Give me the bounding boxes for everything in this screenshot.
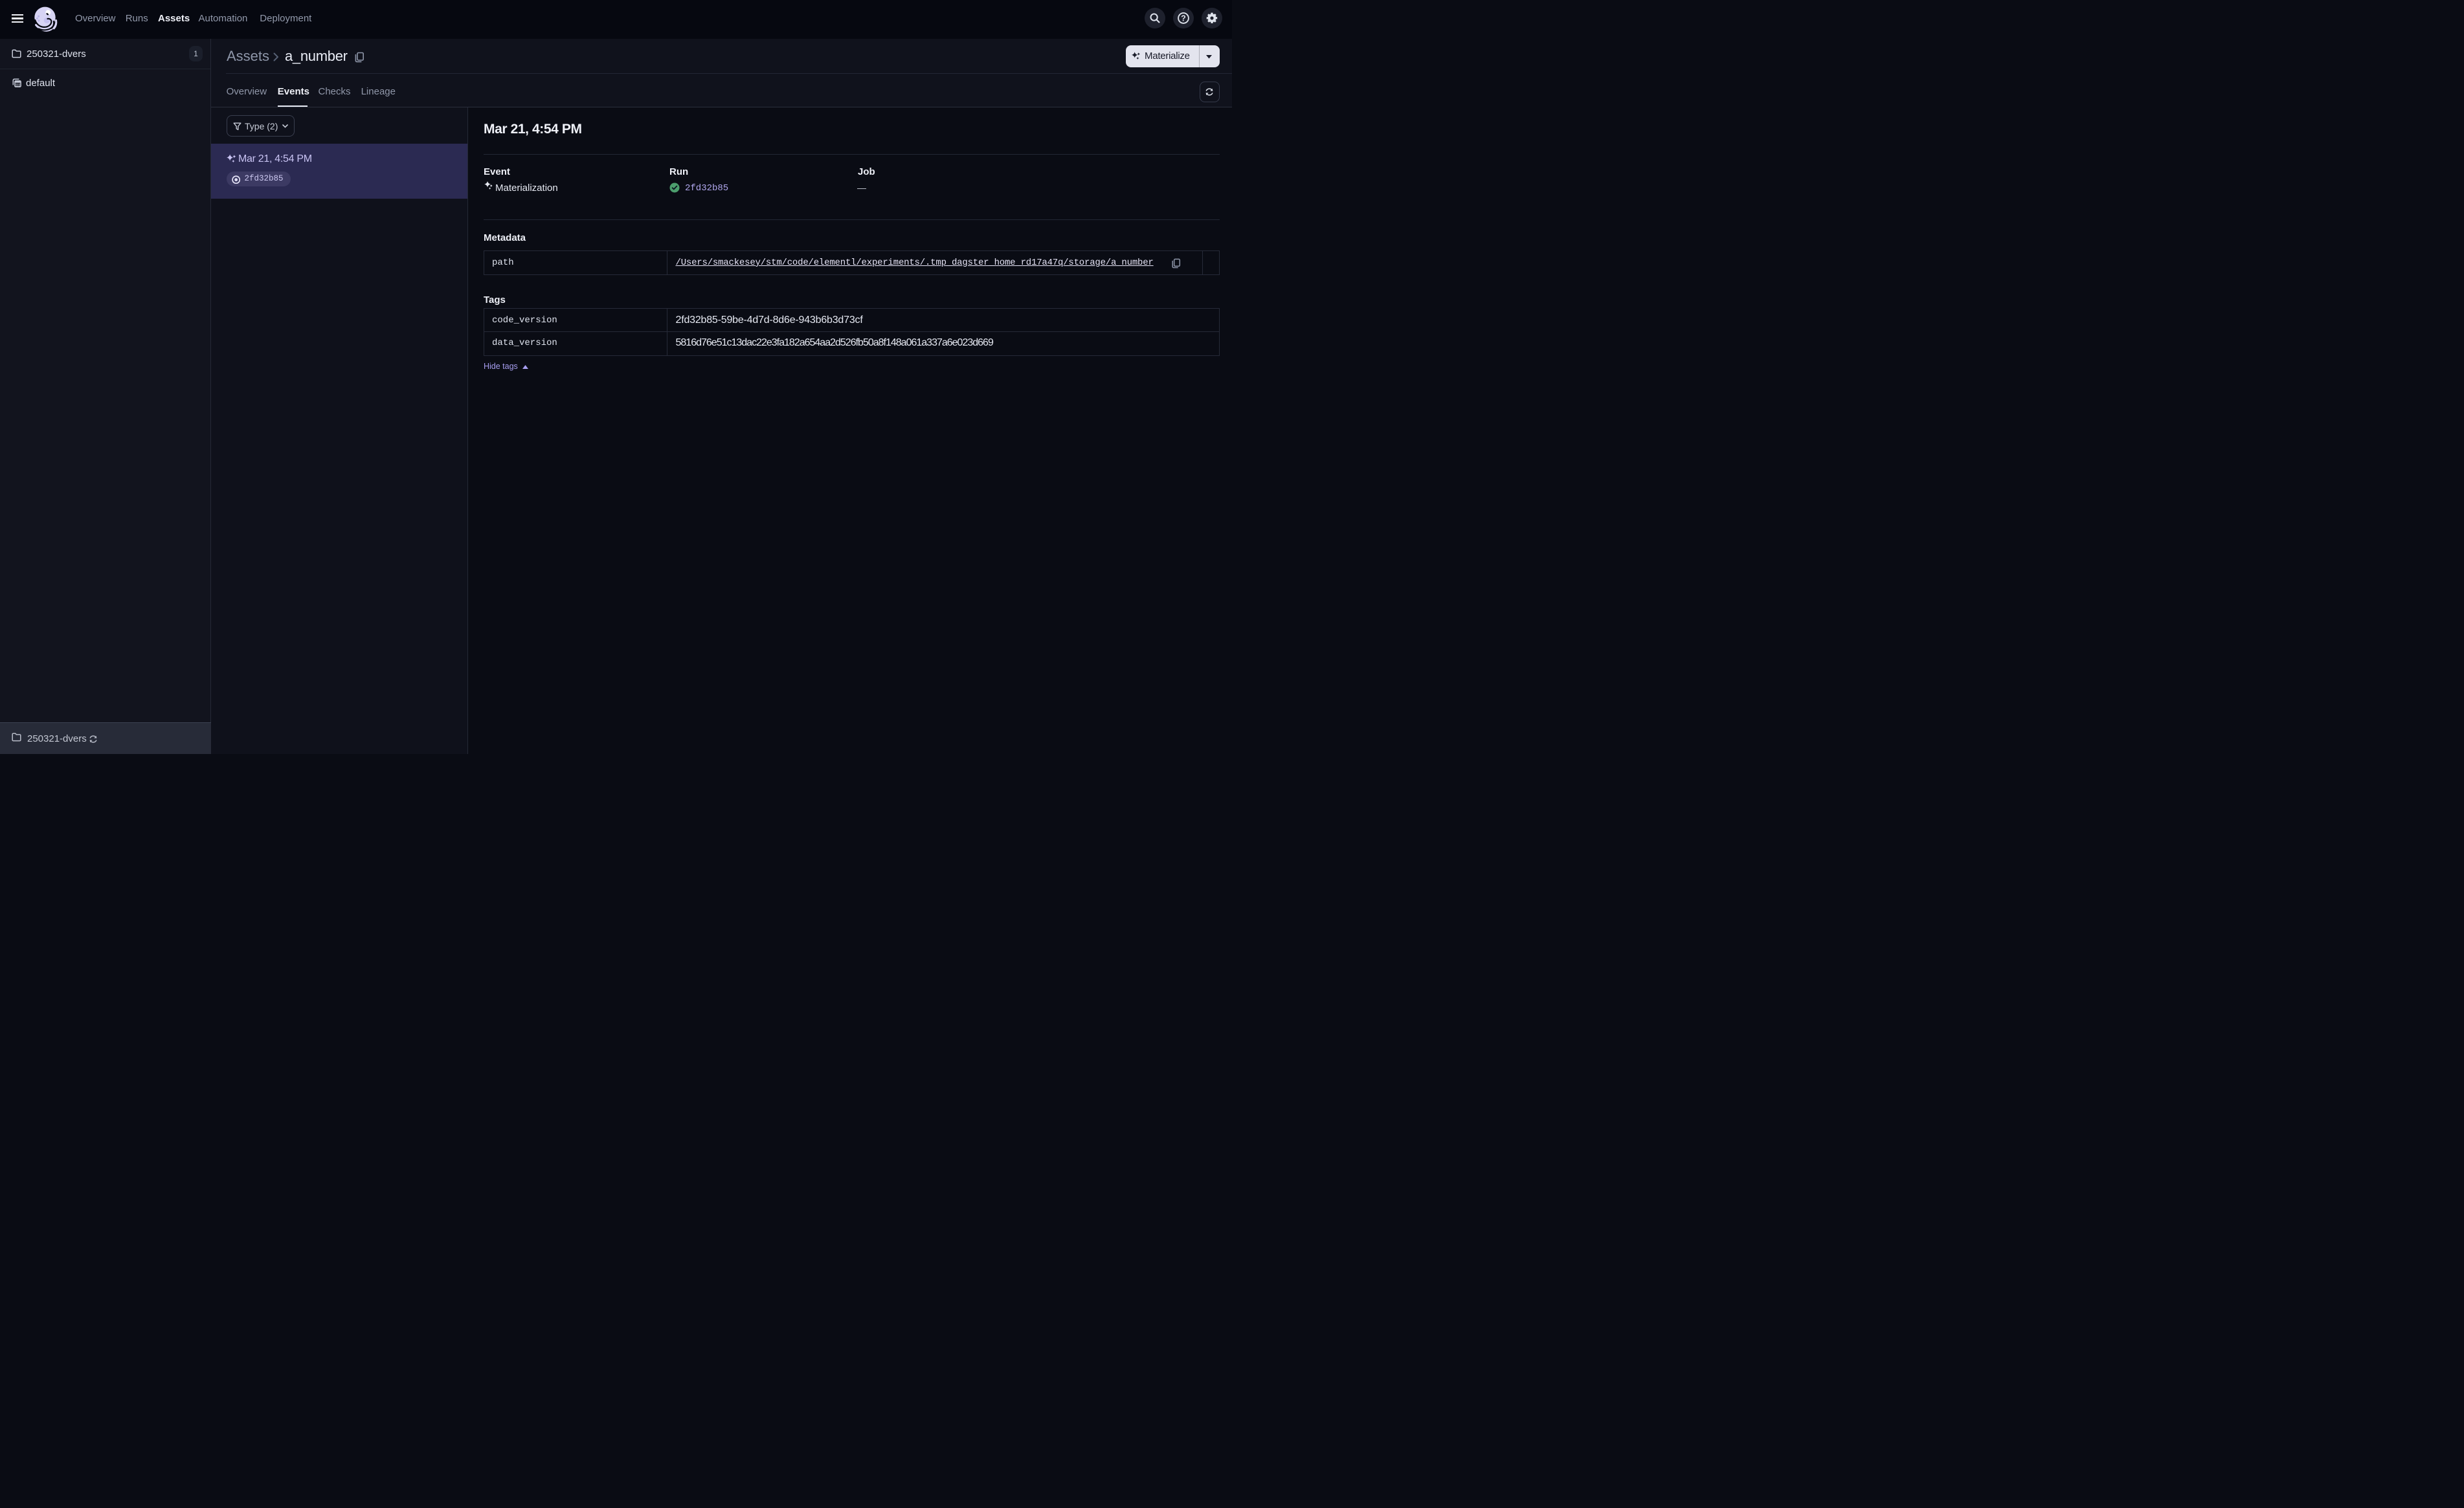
svg-text:?: ? [1181,14,1186,23]
